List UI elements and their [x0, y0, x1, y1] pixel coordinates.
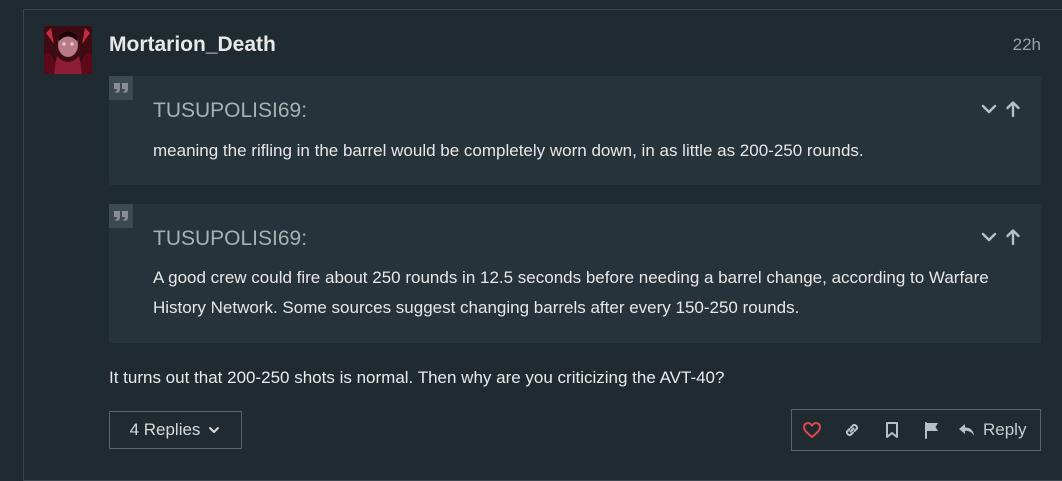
- quote-controls: [980, 228, 1022, 246]
- bookmark-icon[interactable]: [872, 410, 912, 450]
- quote-author[interactable]: TUSUPOLISI69:: [153, 227, 307, 251]
- reply-label: Reply: [983, 420, 1027, 439]
- post-body: It turns out that 200-250 shots is norma…: [109, 368, 725, 387]
- chevron-down-icon: [209, 427, 220, 433]
- quote-icon: [109, 204, 133, 228]
- link-icon[interactable]: [832, 410, 872, 450]
- arrow-up-icon[interactable]: [1004, 228, 1022, 246]
- quote-controls: [980, 100, 1022, 118]
- quote-icon: [109, 76, 133, 100]
- username[interactable]: Mortarion_Death: [109, 33, 276, 57]
- arrow-up-icon[interactable]: [1004, 100, 1022, 118]
- post-date[interactable]: 22h: [1013, 35, 1041, 55]
- avatar[interactable]: [44, 26, 92, 74]
- quote-author[interactable]: TUSUPOLISI69:: [153, 99, 307, 123]
- chevron-down-icon[interactable]: [980, 228, 998, 246]
- quote-block: TUSUPOLISI69: A good crew could fire abo…: [109, 204, 1041, 343]
- replies-label: 4 Replies: [129, 420, 201, 439]
- replies-button[interactable]: 4 Replies: [109, 411, 242, 449]
- quote-text: meaning the rifling in the barrel would …: [153, 141, 864, 160]
- post-actions: Reply: [791, 409, 1041, 451]
- reply-icon: [959, 424, 974, 436]
- reply-button[interactable]: Reply: [957, 420, 1026, 440]
- flag-icon[interactable]: [912, 410, 952, 450]
- avatar-image: [44, 26, 92, 74]
- chevron-down-icon[interactable]: [980, 100, 998, 118]
- quote-text: A good crew could fire about 250 rounds …: [153, 268, 989, 317]
- heart-icon[interactable]: [792, 410, 832, 450]
- quote-block: TUSUPOLISI69: meaning the rifling in the…: [109, 76, 1041, 185]
